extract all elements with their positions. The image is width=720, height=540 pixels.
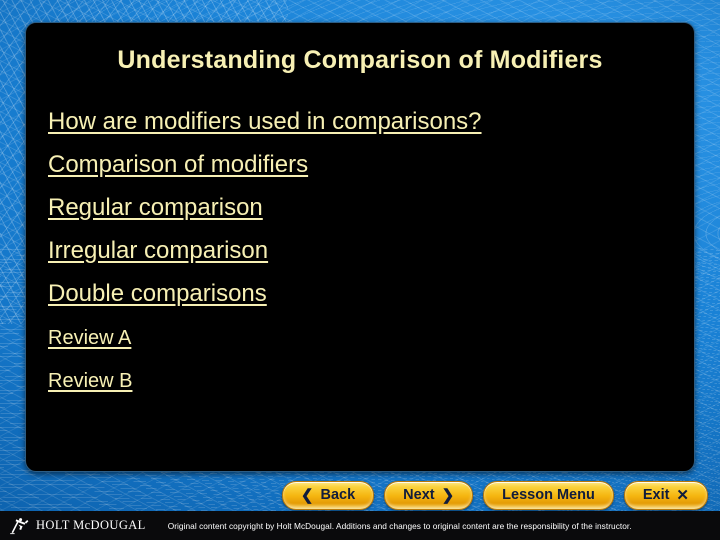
lesson-link-review-b[interactable]: Review B [48,370,132,392]
lesson-link-irregular-comparison[interactable]: Irregular comparison [48,237,268,264]
lesson-link-comparison-of-modifiers[interactable]: Comparison of modifiers [48,151,308,178]
exit-button-label: Exit [642,487,670,503]
publisher-logo: HOLT McDOUGAL [8,517,146,535]
list-item: Review B [48,359,676,402]
next-button-label: Next [403,487,435,503]
exit-button[interactable]: Exit ✕ [623,480,708,510]
lesson-link-review-a[interactable]: Review A [48,327,131,349]
list-item: How are modifiers used in comparisons? [48,101,676,144]
lesson-menu-button-label: Lesson Menu [502,487,595,503]
close-x-icon: ✕ [676,486,689,504]
lesson-link-regular-comparison[interactable]: Regular comparison [48,194,263,221]
holt-mcdougal-logo-icon [10,517,29,534]
list-item: Irregular comparison [48,230,676,273]
lesson-menu-button[interactable]: Lesson Menu [483,480,614,510]
chevron-right-icon: ❯ [441,486,455,504]
footer-bar: HOLT McDOUGAL Original content copyright… [0,511,720,540]
list-item: Regular comparison [48,187,676,230]
lesson-link-double-comparisons[interactable]: Double comparisons [48,280,267,307]
content-panel: Understanding Comparison of Modifiers Ho… [25,22,695,472]
publisher-logo-text: HOLT McDOUGAL [36,518,146,532]
back-button-label: Back [320,487,356,503]
navigation-bar: ❮ Back Next ❯ Lesson Menu Exit ✕ [0,479,720,511]
next-button[interactable]: Next ❯ [384,480,474,510]
presentation-slide: Understanding Comparison of Modifiers Ho… [0,0,720,540]
page-title: Understanding Comparison of Modifiers [117,46,603,74]
copyright-notice: Original content copyright by Holt McDou… [167,520,632,531]
lesson-link-how-are-modifiers-used[interactable]: How are modifiers used in comparisons? [48,108,482,135]
lesson-link-list: How are modifiers used in comparisons? C… [48,101,676,402]
list-item: Review A [48,316,676,359]
chevron-left-icon: ❮ [300,486,314,504]
back-button[interactable]: ❮ Back [281,480,375,510]
list-item: Comparison of modifiers [48,144,676,187]
list-item: Double comparisons [48,273,676,316]
